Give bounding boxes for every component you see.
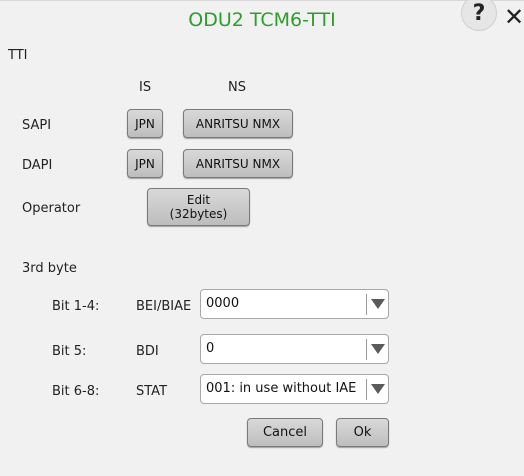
operator-label: Operator bbox=[22, 201, 81, 216]
dropdown-arrow-icon[interactable] bbox=[371, 344, 385, 354]
stat-value: 001: in use without IAE bbox=[206, 381, 357, 396]
ok-button[interactable]: Ok bbox=[336, 418, 389, 447]
sapi-ns-button[interactable]: ANRITSU NMX bbox=[183, 109, 293, 138]
stat-select[interactable]: 001: in use without IAE bbox=[200, 374, 389, 404]
bit-range-label: Bit 6-8: bbox=[52, 384, 100, 399]
dapi-is-value: JPN bbox=[135, 156, 155, 171]
sapi-is-button[interactable]: JPN bbox=[127, 109, 163, 138]
close-icon[interactable]: ✕ bbox=[504, 3, 524, 31]
edit-button-line1: Edit bbox=[186, 193, 211, 207]
cancel-button-label: Cancel bbox=[262, 424, 308, 440]
edit-operator-button[interactable]: Edit (32bytes) bbox=[147, 188, 250, 226]
bdi-select[interactable]: 0 bbox=[200, 334, 389, 364]
dapi-ns-value: ANRITSU NMX bbox=[195, 156, 281, 171]
bei-biae-value: 0000 bbox=[206, 296, 240, 311]
tti-section-label: TTI bbox=[8, 48, 28, 63]
bit-range-label: Bit 5: bbox=[52, 344, 87, 359]
bit-range-label: Bit 1-4: bbox=[52, 299, 100, 314]
ok-button-label: Ok bbox=[353, 424, 372, 440]
field-name-label: BDI bbox=[136, 344, 159, 359]
sapi-label: SAPI bbox=[22, 118, 52, 133]
dropdown-arrow-icon[interactable] bbox=[371, 384, 385, 394]
cancel-button[interactable]: Cancel bbox=[247, 418, 323, 447]
bei-biae-select[interactable]: 0000 bbox=[200, 289, 389, 319]
select-divider bbox=[366, 379, 367, 400]
sapi-ns-value: ANRITSU NMX bbox=[195, 116, 281, 131]
dapi-label: DAPI bbox=[22, 158, 53, 173]
dropdown-arrow-icon[interactable] bbox=[371, 299, 385, 309]
dapi-is-button[interactable]: JPN bbox=[127, 149, 163, 178]
bdi-value: 0 bbox=[206, 341, 215, 356]
dialog-title: ODU2 TCM6-TTI bbox=[188, 9, 336, 31]
tti-dialog: ODU2 TCM6-TTI ? ✕ TTI IS NS SAPI JPN ANR… bbox=[0, 0, 524, 476]
third-byte-section-label: 3rd byte bbox=[22, 261, 77, 276]
column-header-is: IS bbox=[139, 80, 152, 95]
select-divider bbox=[366, 294, 367, 315]
sapi-is-value: JPN bbox=[135, 116, 155, 131]
field-name-label: STAT bbox=[136, 384, 168, 399]
field-name-label: BEI/BIAE bbox=[136, 299, 192, 314]
edit-button-line2: (32bytes) bbox=[169, 207, 228, 221]
select-divider bbox=[366, 339, 367, 360]
column-header-ns: NS bbox=[228, 80, 246, 95]
dapi-ns-button[interactable]: ANRITSU NMX bbox=[183, 149, 293, 178]
